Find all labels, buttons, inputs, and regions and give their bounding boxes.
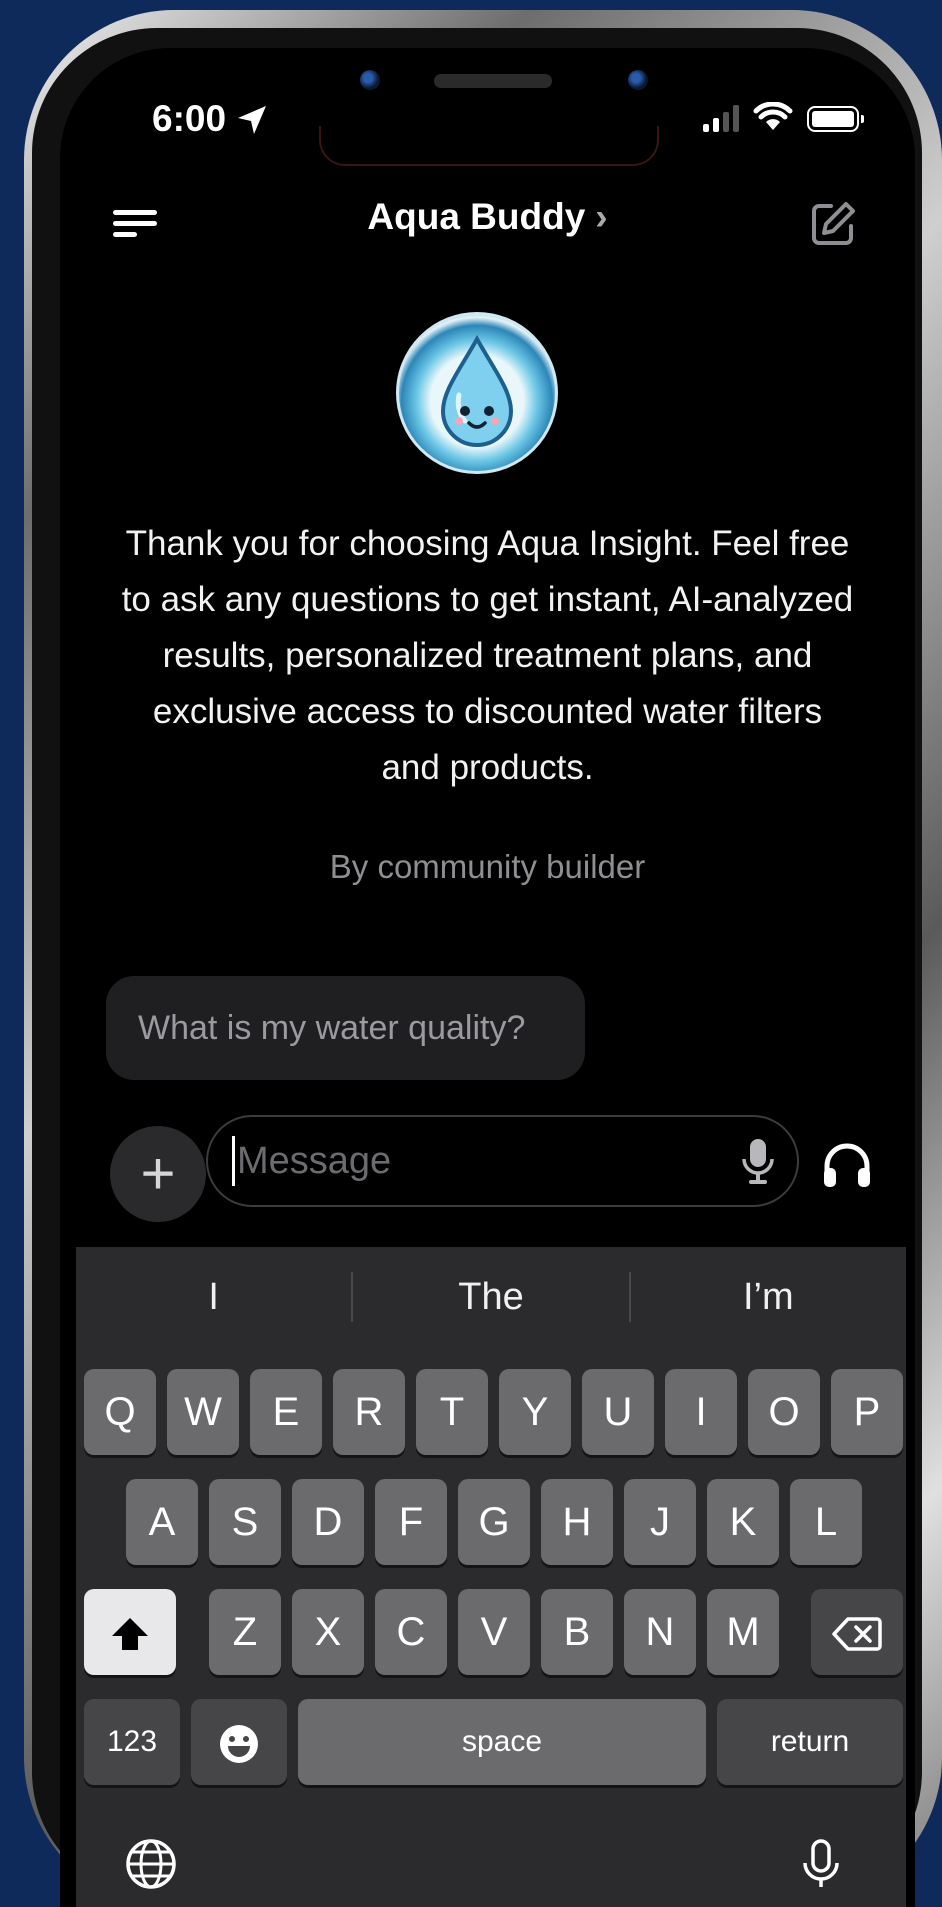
key-p[interactable]: P bbox=[831, 1369, 903, 1455]
key-o[interactable]: O bbox=[748, 1369, 820, 1455]
sensor-icon bbox=[628, 70, 648, 90]
key-m[interactable]: M bbox=[707, 1589, 779, 1675]
compose-icon[interactable] bbox=[809, 200, 857, 248]
key-t[interactable]: T bbox=[416, 1369, 488, 1455]
suggestion-chip[interactable]: What is my water quality? bbox=[106, 976, 585, 1080]
key-s[interactable]: S bbox=[209, 1479, 281, 1565]
emoji-icon bbox=[220, 1725, 258, 1764]
key-y[interactable]: Y bbox=[499, 1369, 571, 1455]
delete-icon bbox=[832, 1617, 882, 1652]
key-q[interactable]: Q bbox=[84, 1369, 156, 1455]
message-input-container[interactable] bbox=[206, 1115, 799, 1207]
key-k[interactable]: K bbox=[707, 1479, 779, 1565]
return-key[interactable]: return bbox=[717, 1699, 903, 1785]
water-drop-icon bbox=[440, 334, 514, 447]
key-e[interactable]: E bbox=[250, 1369, 322, 1455]
predictive-bar: I The I’m bbox=[76, 1247, 906, 1347]
battery-icon bbox=[807, 106, 864, 132]
message-input[interactable] bbox=[237, 1139, 677, 1183]
dictation-mic-icon[interactable] bbox=[801, 1837, 841, 1891]
mic-icon[interactable] bbox=[741, 1137, 775, 1187]
key-a[interactable]: A bbox=[126, 1479, 198, 1565]
headphones-icon[interactable] bbox=[822, 1142, 872, 1188]
key-c[interactable]: C bbox=[375, 1589, 447, 1675]
key-u[interactable]: U bbox=[582, 1369, 654, 1455]
wifi-icon bbox=[753, 102, 793, 130]
speaker-grille bbox=[434, 74, 552, 88]
key-j[interactable]: J bbox=[624, 1479, 696, 1565]
plus-icon[interactable]: + bbox=[110, 1126, 206, 1222]
key-f[interactable]: F bbox=[375, 1479, 447, 1565]
key-v[interactable]: V bbox=[458, 1589, 530, 1675]
byline: By community builder bbox=[329, 848, 646, 885]
location-arrow-icon bbox=[238, 106, 266, 134]
shift-key[interactable] bbox=[84, 1589, 176, 1675]
status-time: 6:00 bbox=[152, 98, 227, 139]
prediction-2[interactable]: The bbox=[353, 1247, 628, 1347]
space-key[interactable]: space bbox=[298, 1699, 706, 1785]
chat-title[interactable]: Aqua Buddy › bbox=[60, 196, 915, 238]
key-n[interactable]: N bbox=[624, 1589, 696, 1675]
prediction-1[interactable]: I bbox=[76, 1247, 351, 1347]
numbers-key[interactable]: 123 bbox=[84, 1699, 180, 1785]
text-caret bbox=[232, 1136, 235, 1186]
phone-screen: 6:00 Aqua Buddy › Thank you for choosing… bbox=[60, 48, 915, 1907]
key-d[interactable]: D bbox=[292, 1479, 364, 1565]
intro-message: Thank you for choosing Aqua Insight. Fee… bbox=[121, 524, 854, 787]
camera-icon bbox=[360, 70, 380, 90]
key-l[interactable]: L bbox=[790, 1479, 862, 1565]
status-indicators bbox=[703, 102, 864, 132]
delete-key[interactable] bbox=[811, 1589, 903, 1675]
key-x[interactable]: X bbox=[292, 1589, 364, 1675]
globe-icon[interactable] bbox=[124, 1837, 178, 1891]
shift-icon bbox=[112, 1618, 148, 1651]
key-h[interactable]: H bbox=[541, 1479, 613, 1565]
bot-avatar bbox=[396, 312, 558, 474]
key-w[interactable]: W bbox=[167, 1369, 239, 1455]
chevron-right-icon: › bbox=[595, 196, 608, 237]
key-i[interactable]: I bbox=[665, 1369, 737, 1455]
chat-title-label: Aqua Buddy bbox=[367, 196, 586, 237]
key-b[interactable]: B bbox=[541, 1589, 613, 1675]
key-z[interactable]: Z bbox=[209, 1589, 281, 1675]
key-g[interactable]: G bbox=[458, 1479, 530, 1565]
key-r[interactable]: R bbox=[333, 1369, 405, 1455]
prediction-3[interactable]: I’m bbox=[631, 1247, 906, 1347]
dynamic-island bbox=[319, 126, 659, 166]
emoji-key[interactable] bbox=[191, 1699, 287, 1785]
signal-icon bbox=[703, 104, 739, 132]
keyboard: I The I’m Q W E R T Y U I O P A S D F G … bbox=[76, 1247, 906, 1907]
